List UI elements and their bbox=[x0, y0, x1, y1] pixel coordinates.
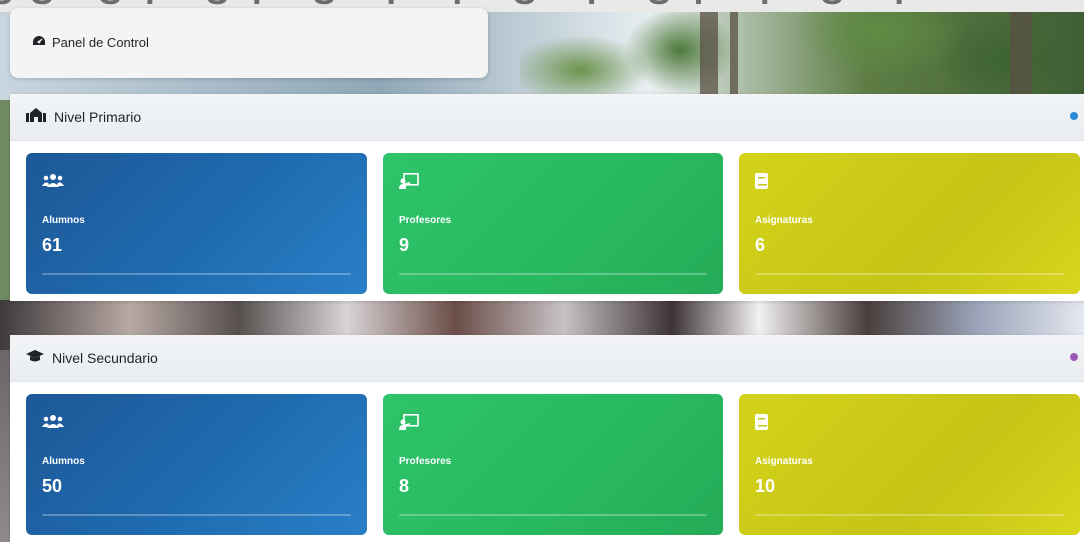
card-value: 50 bbox=[42, 476, 63, 496]
card-value: 61 bbox=[42, 235, 63, 255]
card-alumnos[interactable]: Alumnos 61 bbox=[26, 153, 367, 294]
card-divider bbox=[42, 273, 351, 275]
status-dot bbox=[1070, 353, 1078, 361]
card-asignaturas[interactable]: Asignaturas 10 bbox=[739, 394, 1080, 535]
dashboard-title-card: Panel de Control bbox=[10, 8, 488, 78]
chalkboard-teacher-icon bbox=[399, 414, 421, 432]
card-value: 8 bbox=[399, 476, 410, 496]
card-value: 6 bbox=[755, 235, 766, 255]
card-divider bbox=[399, 514, 707, 516]
users-icon bbox=[42, 414, 64, 432]
section-header: Nivel Secundario bbox=[10, 335, 1084, 382]
graduation-cap-icon bbox=[26, 349, 44, 367]
card-label: Asignaturas bbox=[755, 456, 813, 467]
section-nivel-secundario: Nivel Secundario Alumnos 50 Profesores 8… bbox=[10, 335, 1084, 542]
section-header: Nivel Primario bbox=[10, 94, 1084, 141]
section-title: Nivel Secundario bbox=[52, 350, 158, 366]
users-icon bbox=[42, 173, 64, 191]
card-value: 10 bbox=[755, 476, 776, 496]
card-divider bbox=[755, 514, 1064, 516]
card-alumnos[interactable]: Alumnos 50 bbox=[26, 394, 367, 535]
tachometer-icon bbox=[32, 35, 46, 50]
section-nivel-primario: Nivel Primario Alumnos 61 Profesores 9 A… bbox=[10, 94, 1084, 301]
book-icon bbox=[755, 173, 777, 191]
card-label: Profesores bbox=[399, 456, 452, 467]
card-divider bbox=[42, 514, 351, 516]
section-title: Nivel Primario bbox=[54, 109, 142, 125]
page-title: Panel de Control bbox=[52, 35, 149, 50]
card-label: Asignaturas bbox=[755, 215, 813, 226]
chalkboard-teacher-icon bbox=[399, 173, 421, 191]
card-divider bbox=[755, 273, 1064, 275]
card-label: Alumnos bbox=[42, 215, 85, 226]
card-profesores[interactable]: Profesores 8 bbox=[383, 394, 723, 535]
card-label: Profesores bbox=[399, 215, 452, 226]
status-dot bbox=[1070, 112, 1078, 120]
book-icon bbox=[755, 414, 777, 432]
card-label: Alumnos bbox=[42, 456, 85, 467]
card-profesores[interactable]: Profesores 9 bbox=[383, 153, 723, 294]
card-divider bbox=[399, 273, 707, 275]
school-icon bbox=[26, 107, 46, 127]
card-asignaturas[interactable]: Asignaturas 6 bbox=[739, 153, 1080, 294]
card-value: 9 bbox=[399, 235, 410, 255]
